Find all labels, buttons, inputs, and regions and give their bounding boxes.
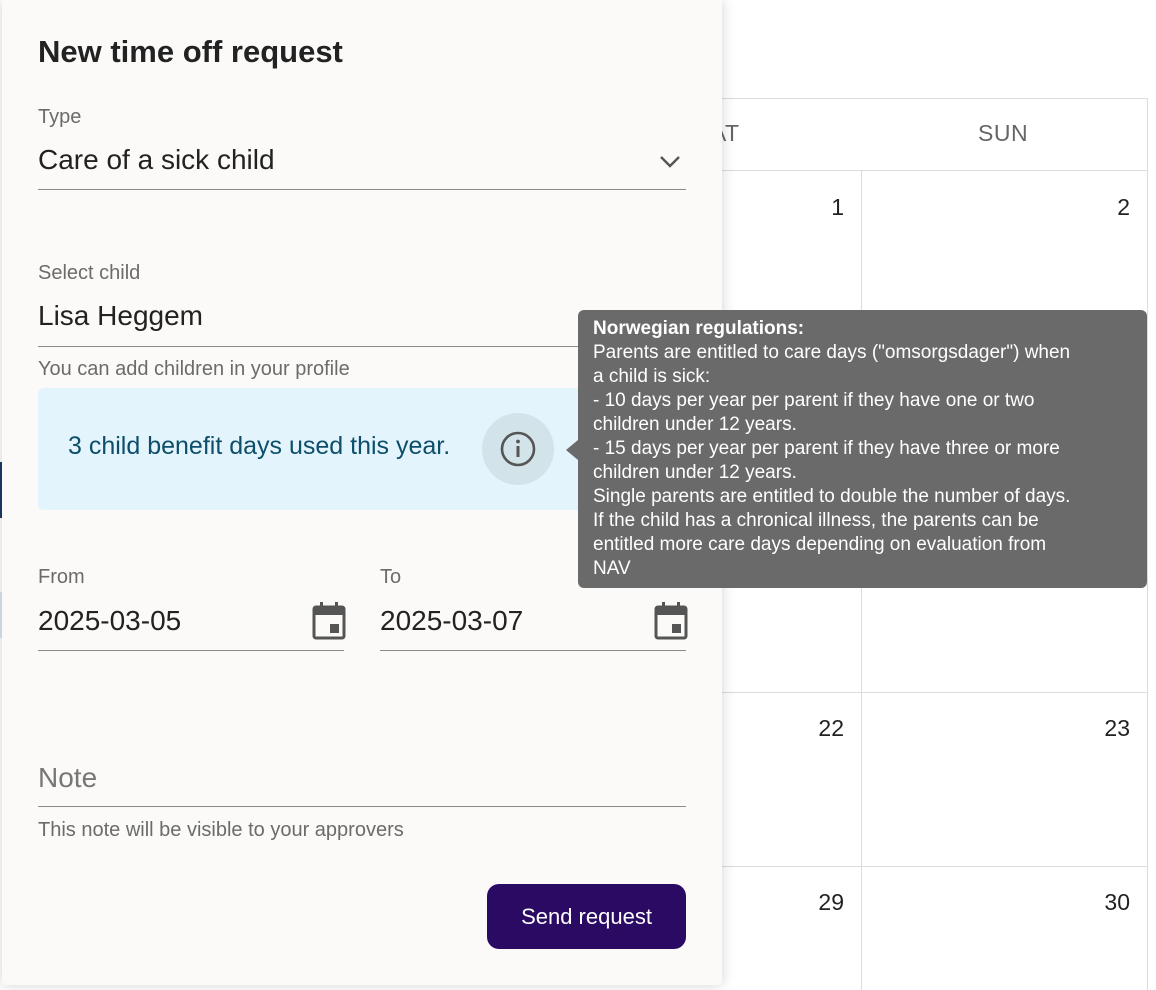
- from-value[interactable]: 2025-03-05: [38, 605, 181, 637]
- tooltip-arrow: [566, 440, 578, 460]
- calendar-day[interactable]: 23: [1070, 715, 1130, 742]
- tooltip-line: NAV: [593, 558, 631, 579]
- calendar-col-border: [1147, 98, 1148, 990]
- calendar-day[interactable]: 2: [1070, 194, 1130, 221]
- tooltip-line: Parents are entitled to care days ("omso…: [593, 342, 1071, 363]
- regulations-tooltip: Norwegian regulations: Parents are entit…: [578, 310, 1147, 588]
- calendar-day[interactable]: 30: [1070, 889, 1130, 916]
- calendar-header-bottom-border: [720, 170, 1148, 171]
- info-button[interactable]: [482, 413, 554, 485]
- tooltip-line: entitled more care days depending on eva…: [593, 534, 1047, 555]
- info-icon: [500, 431, 536, 467]
- calendar-day[interactable]: 1: [784, 194, 844, 221]
- child-helper-text: You can add children in your profile: [38, 358, 350, 380]
- tooltip-line: Single parents are entitled to double th…: [593, 486, 1071, 507]
- tooltip-line: If the child has a chronical illness, th…: [593, 510, 1039, 531]
- child-benefit-info-text: 3 child benefit days used this year.: [68, 432, 451, 460]
- calendar-day[interactable]: 29: [784, 889, 844, 916]
- tooltip-title: Norwegian regulations:: [593, 318, 805, 339]
- to-underline: [380, 650, 686, 651]
- calendar-icon[interactable]: [654, 602, 688, 640]
- calendar-row-border: [720, 866, 1148, 867]
- chevron-down-icon[interactable]: [659, 155, 681, 169]
- note-helper-text: This note will be visible to your approv…: [38, 819, 404, 841]
- to-label: To: [380, 566, 402, 588]
- note-underline: [38, 806, 686, 807]
- type-label: Type: [38, 106, 82, 128]
- calendar-row-border: [720, 692, 1148, 693]
- tooltip-line: a child is sick:: [593, 366, 711, 387]
- child-label: Select child: [38, 262, 141, 284]
- calendar-header-top-border: [720, 98, 1148, 99]
- from-underline: [38, 650, 344, 651]
- tooltip-line: children under 12 years.: [593, 462, 797, 483]
- tooltip-line: children under 12 years.: [593, 414, 797, 435]
- from-label: From: [38, 566, 85, 588]
- tooltip-line: - 15 days per year per parent if they ha…: [593, 438, 1060, 459]
- calendar-icon[interactable]: [312, 602, 346, 640]
- dialog-title: New time off request: [38, 34, 343, 69]
- type-underline: [38, 189, 686, 190]
- send-request-button[interactable]: Send request: [487, 884, 686, 949]
- child-value[interactable]: Lisa Heggem: [38, 300, 203, 332]
- child-benefit-info-box: 3 child benefit days used this year.: [38, 388, 658, 510]
- calendar-day[interactable]: 22: [784, 715, 844, 742]
- to-value[interactable]: 2025-03-07: [380, 605, 523, 637]
- type-value[interactable]: Care of a sick child: [38, 144, 275, 176]
- tooltip-line: - 10 days per year per parent if they ha…: [593, 390, 1035, 411]
- calendar-header-sun: SUN: [978, 120, 1029, 146]
- note-placeholder[interactable]: Note: [38, 762, 97, 794]
